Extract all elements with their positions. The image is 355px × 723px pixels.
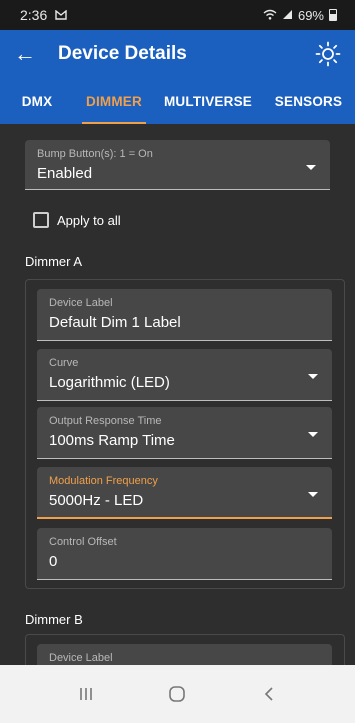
dimmer-settings-content[interactable]: Bump Button(s): 1 = On Enabled Apply to …	[0, 124, 355, 665]
curve-select[interactable]: Curve Logarithmic (LED)	[37, 349, 332, 401]
caret-down-icon	[308, 374, 318, 379]
caret-down-icon	[308, 492, 318, 497]
status-time: 2:36	[20, 7, 48, 23]
apply-to-all-checkbox[interactable]	[33, 212, 49, 228]
arrow-left-icon[interactable]: ←	[14, 41, 54, 67]
field-label: Modulation Frequency	[49, 475, 158, 487]
message-icon	[55, 7, 67, 23]
app-bar: ← Device Details	[0, 30, 355, 78]
bump-button-select[interactable]: Bump Button(s): 1 = On Enabled	[25, 140, 330, 190]
field-value: 100ms Ramp Time	[49, 432, 175, 449]
caret-down-icon	[308, 432, 318, 437]
tab-dmx[interactable]: DMX	[0, 78, 74, 124]
field-label: Bump Button(s): 1 = On	[37, 148, 153, 160]
dimmer-b-heading: Dimmer B	[25, 612, 83, 627]
tab-multiverse[interactable]: MULTIVERSE	[154, 78, 262, 124]
status-bar: 2:36 69%	[0, 0, 355, 30]
field-label: Device Label	[49, 297, 113, 309]
modulation-frequency-select[interactable]: Modulation Frequency 5000Hz - LED	[37, 467, 332, 519]
battery-icon	[329, 9, 337, 21]
field-value: Default Dim 1 Label	[49, 314, 181, 331]
field-value: 5000Hz - LED	[49, 492, 144, 509]
recent-apps-icon[interactable]	[66, 679, 106, 709]
sun-icon[interactable]	[315, 41, 341, 67]
tab-bar: DMX DIMMER MULTIVERSE SENSORS	[0, 78, 355, 124]
tab-sensors[interactable]: SENSORS	[262, 78, 355, 124]
apply-to-all-row[interactable]: Apply to all	[33, 212, 121, 228]
output-response-time-select[interactable]: Output Response Time 100ms Ramp Time	[37, 407, 332, 459]
dimmer-a-heading: Dimmer A	[25, 254, 83, 269]
field-label: Curve	[49, 357, 79, 369]
field-value: 0	[49, 553, 58, 570]
device-label-input[interactable]: Device Label Default Dim 1 Label	[37, 289, 332, 341]
field-value: Enabled	[37, 165, 93, 182]
control-offset-input[interactable]: Control Offset 0	[37, 528, 332, 580]
tab-dimmer[interactable]: DIMMER	[74, 78, 154, 124]
caret-down-icon	[306, 165, 316, 170]
apply-to-all-label: Apply to all	[57, 212, 121, 228]
back-nav-icon[interactable]	[249, 679, 289, 709]
field-label: Control Offset	[49, 536, 117, 548]
field-label: Output Response Time	[49, 415, 162, 427]
field-value: Logarithmic (LED)	[49, 374, 170, 391]
field-label: Device Label	[49, 652, 113, 664]
battery-percent: 69%	[297, 7, 324, 23]
signal-icon	[282, 8, 293, 23]
dimmer-b-device-label-input[interactable]: Device Label	[37, 644, 332, 665]
home-icon[interactable]	[157, 679, 197, 709]
wifi-icon	[263, 8, 277, 23]
page-title: Device Details	[58, 43, 187, 64]
system-nav-bar	[0, 665, 355, 723]
